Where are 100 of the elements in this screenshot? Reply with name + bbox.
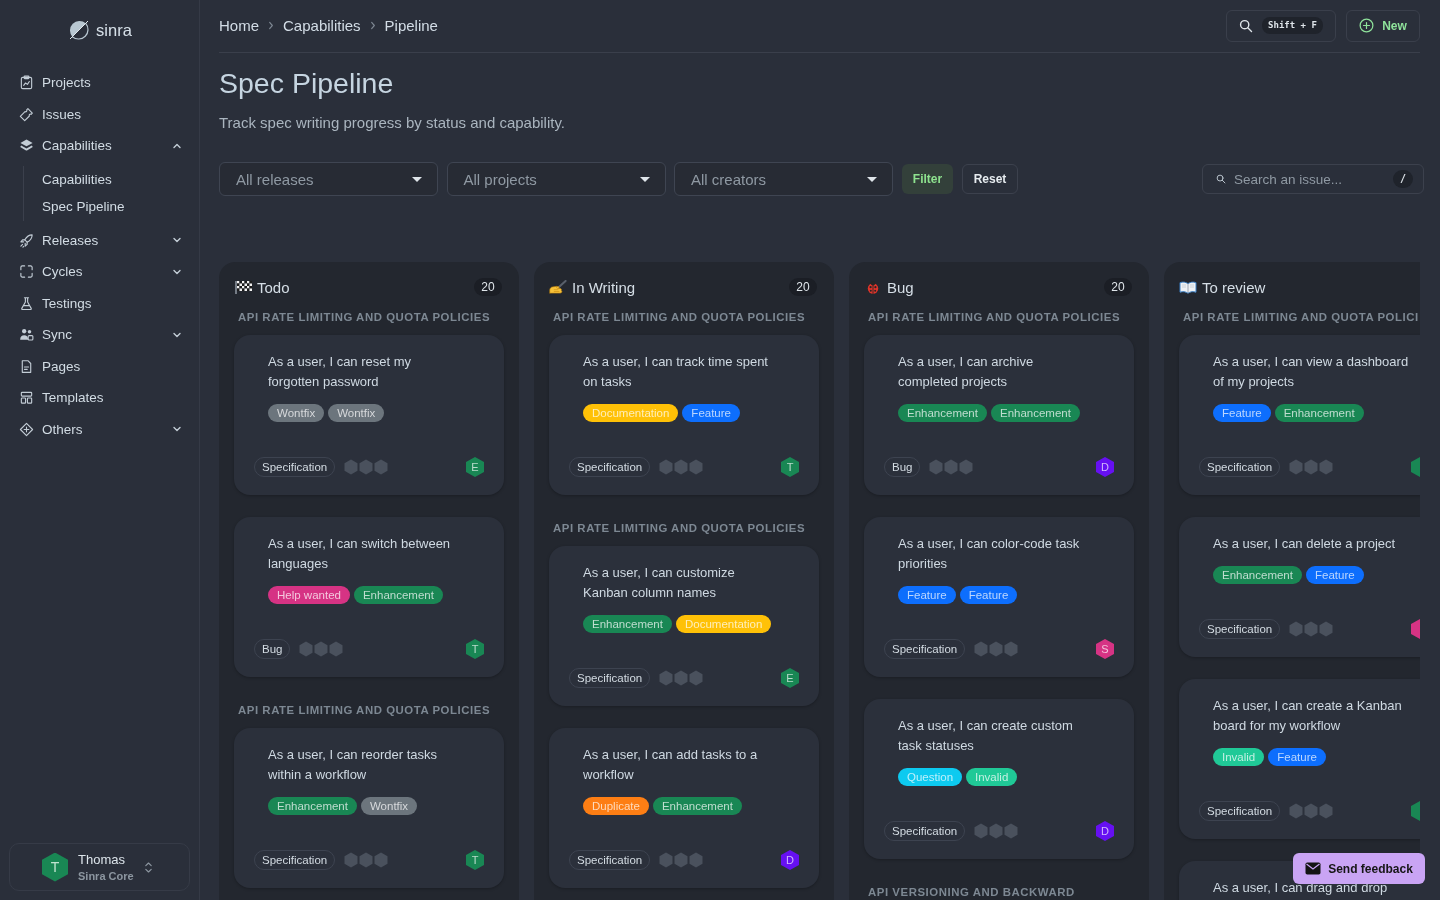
column-title: In Writing	[572, 278, 636, 296]
logo-text: sinra	[96, 20, 132, 40]
story-card[interactable]: As a user, I can add tasks to a workflow Duplicate Enhancement Specification D	[549, 728, 819, 888]
layers-icon	[19, 138, 34, 154]
assignee-avatar: T	[466, 850, 484, 870]
column-title: Bug	[887, 278, 914, 296]
sidebar-item[interactable]: Capabilities	[0, 130, 199, 162]
label-tag: Feature	[898, 586, 956, 604]
hexagon-icon	[659, 852, 674, 868]
breadcrumb-link[interactable]: Pipeline	[384, 17, 438, 34]
breadcrumb-link[interactable]: Home	[219, 17, 259, 34]
story-card[interactable]: As a user, I can view a dashboard of my projects Feature Enhancement Specification	[1179, 335, 1420, 495]
hexagon-icon	[689, 852, 704, 868]
chevron-right-icon	[368, 21, 377, 30]
story-card[interactable]: As a user, I can reset my forgotten password Wontfix Wontfix Specification E	[234, 335, 504, 495]
hexagon-icon	[1004, 641, 1019, 657]
sidebar-item[interactable]: Releases	[0, 224, 199, 256]
column-title: Todo	[257, 278, 290, 296]
label-tag: Question	[898, 768, 963, 786]
label-tag: Documentation	[675, 615, 772, 633]
shortcut-key: Shift + F	[1262, 17, 1323, 34]
open-book-icon	[1179, 280, 1197, 294]
story-card[interactable]: As a user, I can delete a project Enhancement Feature Specification	[1179, 517, 1420, 657]
page-title: Spec Pipeline	[219, 67, 395, 99]
hexagon-icon	[1319, 621, 1334, 637]
filter-dropdown[interactable]: All releases	[219, 162, 438, 196]
card-title: As a user, I can archive completed projects	[898, 353, 1035, 391]
clipboard-icon	[19, 75, 34, 91]
label-tag: Enhancement	[353, 586, 443, 604]
card-title: As a user, I can color-code task priorities	[898, 535, 1081, 573]
sidebar-subitem[interactable]: Spec Pipeline	[24, 193, 199, 221]
sidebar-item[interactable]: Pages	[0, 350, 199, 382]
card-title: As a user, I can add tasks to a workflow	[583, 746, 759, 784]
hexagon-icon	[1304, 803, 1319, 819]
reset-button[interactable]: Reset	[962, 164, 1018, 194]
sidebar-item[interactable]: Sync	[0, 319, 199, 351]
label-tag: Wontfix	[328, 404, 385, 422]
sidebar-item[interactable]: Cycles	[0, 256, 199, 288]
filter-button[interactable]: Filter	[902, 164, 953, 194]
label-tag: Enhancement	[1274, 404, 1364, 422]
assignee-avatar: T	[466, 639, 484, 659]
search-icon	[1216, 174, 1226, 184]
filter-dropdown[interactable]: All creators	[674, 162, 893, 196]
card-title: As a user, I can reorder tasks within a workflow	[268, 746, 439, 784]
shortcut-key: /	[1392, 170, 1413, 188]
label-tag: Enhancement	[990, 404, 1080, 422]
hexagon-icon	[344, 459, 359, 475]
label-tag: Enhancement	[898, 404, 987, 422]
hexagon-icon	[1319, 803, 1334, 819]
caret-down-icon	[866, 175, 878, 183]
hexagon-icon	[299, 641, 314, 657]
count-badge: 20	[474, 278, 502, 296]
feedback-button[interactable]: Send feedback	[1293, 853, 1425, 884]
group-label: API RATE LIMITING AND QUOTA POLICIES	[552, 521, 807, 535]
label-tag: Enhancement	[1213, 566, 1302, 584]
card-title: As a user, I can create a Kanban board for my workflow	[1213, 697, 1403, 735]
label-tag: Feature	[1268, 748, 1326, 766]
sidebar-item[interactable]: Templates	[0, 382, 199, 414]
card-title: As a user, I can track time spent on tasks	[583, 353, 769, 391]
new-button[interactable]: New	[1346, 9, 1420, 42]
story-card[interactable]: As a user, I can reorder tasks within a workflow Enhancement Wontfix Specification T	[234, 728, 504, 888]
story-card[interactable]: As a user, I can create custom task statuses Question Invalid Specification D	[864, 699, 1134, 859]
page-subtitle: Track spec writing progress by status and capability.	[219, 113, 566, 133]
assignee-avatar: D	[1096, 457, 1114, 477]
story-card[interactable]: As a user, I can create a Kanban board for my workflow Invalid Feature Specification	[1179, 679, 1420, 839]
group-label: API RATE LIMITING AND QUOTA POLICI	[1182, 310, 1420, 324]
story-card[interactable]: As a user, I can customize Kanban column names Enhancement Documentation Specification E	[549, 546, 819, 706]
ladybug-icon	[864, 280, 882, 294]
filter-dropdown[interactable]: All projects	[446, 162, 666, 196]
label-tag: Enhancement	[583, 615, 672, 633]
search-button[interactable]: Shift + F	[1226, 9, 1336, 42]
chevron-right-icon	[267, 21, 275, 30]
account-switcher[interactable]: T Thomas Sinra Core	[9, 843, 190, 891]
label-tag: Invalid	[1213, 748, 1265, 766]
story-card[interactable]: As a user, I can track time spent on tasks Documentation Feature Specification T	[549, 335, 819, 495]
card-title: As a user, I can switch between languages	[268, 535, 452, 573]
hexagon-icon	[989, 641, 1004, 657]
story-card[interactable]: As a user, I can switch between languages Help wanted Enhancement Bug T	[234, 517, 504, 677]
card-title: As a user, I can view a dashboard of my projects	[1213, 353, 1410, 391]
user-name: Thomas	[78, 852, 126, 867]
hexagon-icon	[1319, 459, 1334, 475]
sidebar-item[interactable]: Projects	[0, 67, 199, 99]
story-card[interactable]: As a user, I can color-code task priorities Feature Feature Specification S	[864, 517, 1134, 677]
sidebar-item[interactable]: Others	[0, 413, 199, 445]
hexagon-icon	[374, 459, 389, 475]
diamond-plus-icon	[19, 421, 34, 437]
breadcrumb-link[interactable]: Capabilities	[283, 17, 361, 34]
layout-icon	[19, 390, 34, 406]
hexagon-icon	[1304, 621, 1319, 637]
assignee-avatar: T	[781, 457, 799, 477]
story-card[interactable]: As a user, I can archive completed projects Enhancement Enhancement Bug D	[864, 335, 1134, 495]
sidebar-subitem[interactable]: Capabilities	[24, 165, 199, 193]
hexagon-icon	[689, 459, 704, 475]
hexagon-icon	[1289, 459, 1304, 475]
sidebar-item[interactable]: Testings	[0, 287, 199, 319]
sidebar-item[interactable]: Issues	[0, 98, 199, 130]
users-icon	[19, 327, 34, 343]
group-label: API RATE LIMITING AND QUOTA POLICIES	[237, 703, 492, 717]
label-tag: Wontfix	[360, 797, 418, 815]
user-avatar: T	[42, 852, 68, 882]
